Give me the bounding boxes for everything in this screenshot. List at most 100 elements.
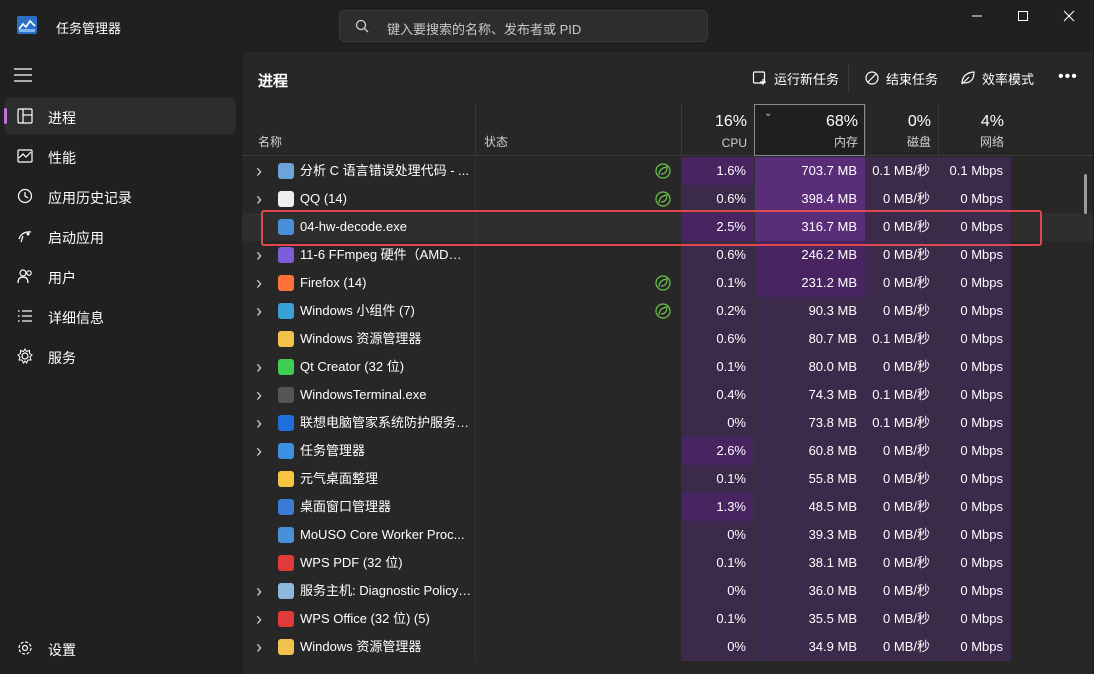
- close-button[interactable]: [1046, 0, 1092, 32]
- status-cell: [475, 297, 681, 325]
- table-row[interactable]: › QQ (14) 0.6% 398.4 MB 0 MB/秒 0 Mbps: [242, 185, 1093, 213]
- table-row[interactable]: WPS PDF (32 位) 0.1% 38.1 MB 0 MB/秒 0 Mbps: [242, 549, 1093, 577]
- network-cell: 0 Mbps: [938, 241, 1011, 269]
- network-cell: 0 Mbps: [938, 493, 1011, 521]
- scrollbar-thumb[interactable]: [1084, 174, 1087, 214]
- column-name[interactable]: 名称: [242, 104, 475, 156]
- cpu-cell: 0%: [681, 577, 754, 605]
- table-row[interactable]: › 分析 C 语言错误处理代码 - ... 1.6% 703.7 MB 0.1 MB/秒…: [242, 157, 1093, 185]
- title-bar: 任务管理器 键入要搜索的名称、发布者或 PID: [0, 0, 1094, 52]
- status-cell: [475, 269, 681, 297]
- expand-chevron-icon[interactable]: ›: [256, 381, 270, 409]
- search-input[interactable]: 键入要搜索的名称、发布者或 PID: [387, 19, 581, 38]
- expand-chevron-icon: [256, 521, 270, 549]
- memory-cell: 703.7 MB: [754, 157, 865, 185]
- expand-chevron-icon: [256, 493, 270, 521]
- expand-chevron-icon: [256, 549, 270, 577]
- app-purple-icon: [278, 247, 294, 263]
- qq-icon: [278, 191, 294, 207]
- table-row[interactable]: 04-hw-decode.exe 2.5% 316.7 MB 0 MB/秒 0 Mbps: [242, 213, 1093, 241]
- disk-cell: 0 MB/秒: [865, 297, 938, 325]
- search-box[interactable]: 键入要搜索的名称、发布者或 PID: [339, 10, 708, 42]
- table-row[interactable]: › Windows 资源管理器 0% 34.9 MB 0 MB/秒 0 Mbps: [242, 633, 1093, 661]
- process-name: Windows 资源管理器: [300, 331, 422, 346]
- task-manager-icon: [17, 16, 37, 34]
- process-name: 11-6 FFmpeg 硬件（AMD）...: [300, 247, 472, 262]
- network-cell: 0 Mbps: [938, 325, 1011, 353]
- expand-chevron-icon[interactable]: ›: [256, 269, 270, 297]
- expand-chevron-icon[interactable]: ›: [256, 241, 270, 269]
- sidebar-item-services[interactable]: 服务: [4, 338, 236, 374]
- column-memory[interactable]: ⌄ 68% 内存: [754, 104, 865, 156]
- column-network[interactable]: 4% 网络: [938, 104, 1011, 156]
- expand-chevron-icon[interactable]: ›: [256, 157, 270, 185]
- sidebar-item-performance[interactable]: 性能: [4, 138, 236, 174]
- sidebar-item-details[interactable]: 详细信息: [4, 298, 236, 334]
- end-task-icon: [865, 71, 879, 85]
- table-row[interactable]: › 11-6 FFmpeg 硬件（AMD）... 0.6% 246.2 MB 0 MB/…: [242, 241, 1093, 269]
- app-window-icon: [278, 219, 294, 235]
- process-name: Qt Creator (32 位): [300, 359, 405, 374]
- cpu-cell: 0.1%: [681, 549, 754, 577]
- minimize-button[interactable]: [954, 0, 1000, 32]
- network-cell: 0 Mbps: [938, 269, 1011, 297]
- status-cell: [475, 241, 681, 269]
- disk-cell: 0.1 MB/秒: [865, 409, 938, 437]
- status-cell: [475, 409, 681, 437]
- sidebar-item-users[interactable]: 用户: [4, 258, 236, 294]
- cpu-total-pct: 16%: [714, 113, 747, 130]
- taskmgr-icon: [278, 443, 294, 459]
- expand-chevron-icon[interactable]: ›: [256, 577, 270, 605]
- table-row[interactable]: 桌面窗口管理器 1.3% 48.5 MB 0 MB/秒 0 Mbps: [242, 493, 1093, 521]
- column-disk[interactable]: 0% 磁盘: [865, 104, 938, 156]
- run-new-task-button[interactable]: 运行新任务: [752, 68, 839, 88]
- end-task-button[interactable]: 结束任务: [864, 68, 938, 88]
- table-row[interactable]: MoUSO Core Worker Proc... 0% 39.3 MB 0 MB/秒…: [242, 521, 1093, 549]
- table-header: 名称 状态 16% CPU ⌄ 68% 内存 0% 磁盘 4% 网络: [242, 104, 1093, 156]
- maximize-button[interactable]: [1000, 0, 1046, 32]
- efficiency-mode-button[interactable]: 效率模式: [960, 68, 1034, 88]
- sidebar-item-startup[interactable]: 启动应用: [4, 218, 236, 254]
- table-row[interactable]: 元气桌面整理 0.1% 55.8 MB 0 MB/秒 0 Mbps: [242, 465, 1093, 493]
- cpu-cell: 0.1%: [681, 605, 754, 633]
- hamburger-menu-icon[interactable]: [14, 68, 32, 82]
- startup-icon: [18, 231, 32, 243]
- expand-chevron-icon[interactable]: ›: [256, 605, 270, 633]
- settings-label: 设置: [48, 642, 76, 658]
- table-row[interactable]: › WPS Office (32 位) (5) 0.1% 35.5 MB 0 MB/秒 0…: [242, 605, 1093, 633]
- memory-cell: 38.1 MB: [754, 549, 865, 577]
- network-cell: 0 Mbps: [938, 409, 1011, 437]
- sidebar-item-label: 性能: [48, 150, 76, 166]
- process-name: 服务主机: Diagnostic Policy ...: [300, 583, 472, 598]
- expand-chevron-icon[interactable]: ›: [256, 437, 270, 465]
- table-row[interactable]: › Qt Creator (32 位) 0.1% 80.0 MB 0 MB/秒 0 Mbp…: [242, 353, 1093, 381]
- toolbar-divider: [848, 64, 849, 92]
- table-row[interactable]: › 任务管理器 2.6% 60.8 MB 0 MB/秒 0 Mbps: [242, 437, 1093, 465]
- sidebar-item-processes[interactable]: 进程: [4, 98, 236, 134]
- table-row[interactable]: › 服务主机: Diagnostic Policy ... 0% 36.0 MB 0 M…: [242, 577, 1093, 605]
- table-row[interactable]: › WindowsTerminal.exe 0.4% 74.3 MB 0.1 MB/秒 0…: [242, 381, 1093, 409]
- run-new-task-icon: [752, 71, 766, 85]
- expand-chevron-icon[interactable]: ›: [256, 297, 270, 325]
- more-options-icon[interactable]: •••: [1058, 68, 1078, 86]
- efficiency-leaf-icon: [655, 303, 671, 319]
- expand-chevron-icon[interactable]: ›: [256, 633, 270, 661]
- table-row[interactable]: › 联想电脑管家系统防护服务 (3... 0% 73.8 MB 0.1 MB/秒 0 Mb…: [242, 409, 1093, 437]
- users-icon: [17, 269, 32, 284]
- network-cell: 0 Mbps: [938, 605, 1011, 633]
- column-status[interactable]: 状态: [475, 104, 681, 156]
- sidebar-item-app-history[interactable]: 应用历史记录: [4, 178, 236, 214]
- sidebar-item-settings[interactable]: 设置: [4, 630, 236, 666]
- table-row[interactable]: › Firefox (14) 0.1% 231.2 MB 0 MB/秒 0 Mbps: [242, 269, 1093, 297]
- process-name: WPS PDF (32 位): [300, 555, 403, 570]
- process-name: 04-hw-decode.exe: [300, 219, 407, 234]
- expand-chevron-icon[interactable]: ›: [256, 409, 270, 437]
- sidebar-item-label: 应用历史记录: [48, 190, 132, 206]
- table-row[interactable]: Windows 资源管理器 0.6% 80.7 MB 0.1 MB/秒 0 Mbps: [242, 325, 1093, 353]
- expand-chevron-icon[interactable]: ›: [256, 353, 270, 381]
- column-cpu[interactable]: 16% CPU: [681, 104, 754, 156]
- table-row[interactable]: › Windows 小组件 (7) 0.2% 90.3 MB 0 MB/秒 0 Mbps: [242, 297, 1093, 325]
- status-cell: [475, 157, 681, 185]
- shield-icon: [278, 415, 294, 431]
- expand-chevron-icon[interactable]: ›: [256, 185, 270, 213]
